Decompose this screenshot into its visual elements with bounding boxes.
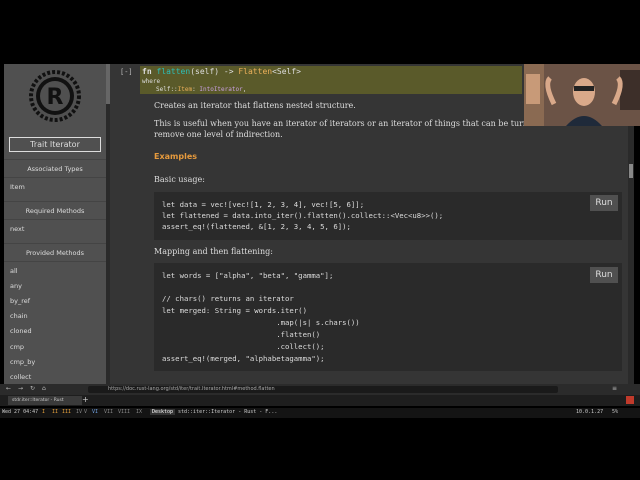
forward-icon[interactable]: → [18, 385, 23, 392]
code-line: assert_eq!(flattened, &[1, 2, 3, 4, 5, 6… [162, 222, 351, 231]
sidebar-item-by-ref[interactable]: by_ref [10, 297, 30, 305]
workspace-4[interactable]: IV [76, 409, 82, 415]
method-params: (self) -> [190, 67, 239, 76]
code-line: let words = ["alpha", "beta", "gamma"]; [162, 271, 334, 280]
presenter-image [524, 64, 640, 126]
sidebar-item-cmp-by[interactable]: cmp_by [10, 358, 35, 366]
run-button[interactable]: Run [590, 267, 618, 283]
datetime: Wed 27 04:47 [2, 409, 39, 415]
code-line: let data = vec![vec![1, 2, 3, 4], vec![5… [162, 200, 365, 209]
workspace-8[interactable]: VIII [118, 409, 130, 415]
divider [4, 159, 106, 160]
taskbar: Wed 27 04:47 I II III IV V VI VII VIII I… [0, 408, 640, 418]
return-generic: <Self> [272, 67, 301, 76]
tab-bar: stdr.iter::Iterator - Rust + [0, 395, 640, 406]
code-line: .map(|s| s.chars()) [162, 318, 360, 327]
collapse-toggle[interactable]: [-] [120, 68, 133, 76]
examples-heading: Examples [154, 152, 198, 161]
workspace-9[interactable]: IX [136, 409, 142, 415]
reload-icon[interactable]: ↻ [30, 385, 35, 392]
sidebar-item-cmp[interactable]: cmp [10, 343, 24, 351]
code-block-mapping: let words = ["alpha", "beta", "gamma"]; … [154, 263, 622, 371]
mapping-label: Mapping and then flattening: [154, 247, 273, 256]
battery-level: 5% [612, 409, 619, 415]
sidebar-heading-required-methods[interactable]: Required Methods [4, 207, 106, 215]
url-bar[interactable]: https://doc.rust-lang.org/std/iter/trait… [88, 386, 558, 393]
close-icon[interactable] [626, 396, 634, 404]
bound-trait[interactable]: IntoIterator [199, 86, 242, 93]
sidebar-item-item[interactable]: Item [10, 183, 25, 191]
code-line: .flatten() [162, 330, 321, 339]
main-scrollbar-thumb[interactable] [629, 164, 633, 178]
doc-summary: Creates an iterator that flattens nested… [154, 101, 356, 110]
browser-toolbar: ← → ↻ ⌂ https://doc.rust-lang.org/std/it… [0, 384, 640, 395]
doc-description-line2: remove one level of indirection. [154, 130, 283, 139]
bound-self: Self:: [156, 86, 178, 93]
code-line: let flattened = data.into_iter().flatten… [162, 211, 444, 220]
sidebar-item-cloned[interactable]: cloned [10, 327, 32, 335]
sidebar-item-collect[interactable]: collect [10, 373, 31, 381]
divider [4, 219, 106, 220]
workspace-3[interactable]: III [62, 409, 71, 415]
sidebar-trait-title[interactable]: Trait Iterator [9, 137, 101, 152]
webcam-overlay [524, 64, 640, 126]
divider [4, 201, 106, 202]
code-line: let merged: String = words.iter() [162, 306, 307, 315]
workspace-2[interactable]: II [52, 409, 58, 415]
bound-item[interactable]: Item [178, 86, 192, 93]
workspace-6[interactable]: VI [92, 409, 98, 415]
code-block-basic: let data = vec![vec![1, 2, 3, 4], vec![5… [154, 192, 622, 240]
method-signature: fn flatten(self) -> Flatten<Self> where … [140, 66, 522, 94]
home-icon[interactable]: ⌂ [42, 385, 46, 392]
new-tab-button[interactable]: + [82, 395, 89, 404]
workspace-1[interactable]: I [42, 409, 45, 415]
code-comment: // chars() returns an iterator [162, 294, 294, 303]
return-type[interactable]: Flatten [238, 67, 272, 76]
code-line: .collect(); [162, 342, 325, 351]
method-name[interactable]: flatten [156, 67, 190, 76]
desktop-label[interactable]: Desktop [150, 409, 176, 415]
sidebar-item-next[interactable]: next [10, 225, 24, 233]
back-icon[interactable]: ← [6, 385, 11, 392]
sidebar-item-any[interactable]: any [10, 282, 22, 290]
sidebar-heading-provided-methods[interactable]: Provided Methods [4, 249, 106, 257]
doc-description-line1: This is useful when you have an iterator… [154, 119, 557, 128]
svg-text:R: R [47, 85, 64, 110]
workspace-7[interactable]: VII [104, 409, 113, 415]
active-window-title[interactable]: std::iter::Iterator - Rust - F... [178, 409, 277, 415]
bound-end: , [242, 86, 247, 93]
divider [4, 243, 106, 244]
basic-usage-label: Basic usage: [154, 175, 205, 184]
sidebar-item-all[interactable]: all [10, 267, 18, 275]
workspace-5[interactable]: V [84, 409, 87, 415]
sidebar-item-chain[interactable]: chain [10, 312, 28, 320]
sidebar-heading-associated-types[interactable]: Associated Types [4, 165, 106, 173]
fn-keyword: fn [142, 67, 152, 76]
divider [4, 177, 106, 178]
where-keyword: where [142, 78, 161, 85]
rust-logo-icon[interactable]: R [29, 70, 81, 122]
ip-address: 10.0.1.27 [576, 409, 604, 415]
divider [4, 261, 106, 262]
menu-icon[interactable]: ≡ [612, 385, 617, 392]
sidebar: R Trait Iterator Associated Types Item R… [4, 64, 106, 384]
run-button[interactable]: Run [590, 195, 618, 211]
browser-tab[interactable]: stdr.iter::Iterator - Rust [8, 396, 82, 405]
code-line: assert_eq!(merged, "alphabetagamma"); [162, 354, 325, 363]
